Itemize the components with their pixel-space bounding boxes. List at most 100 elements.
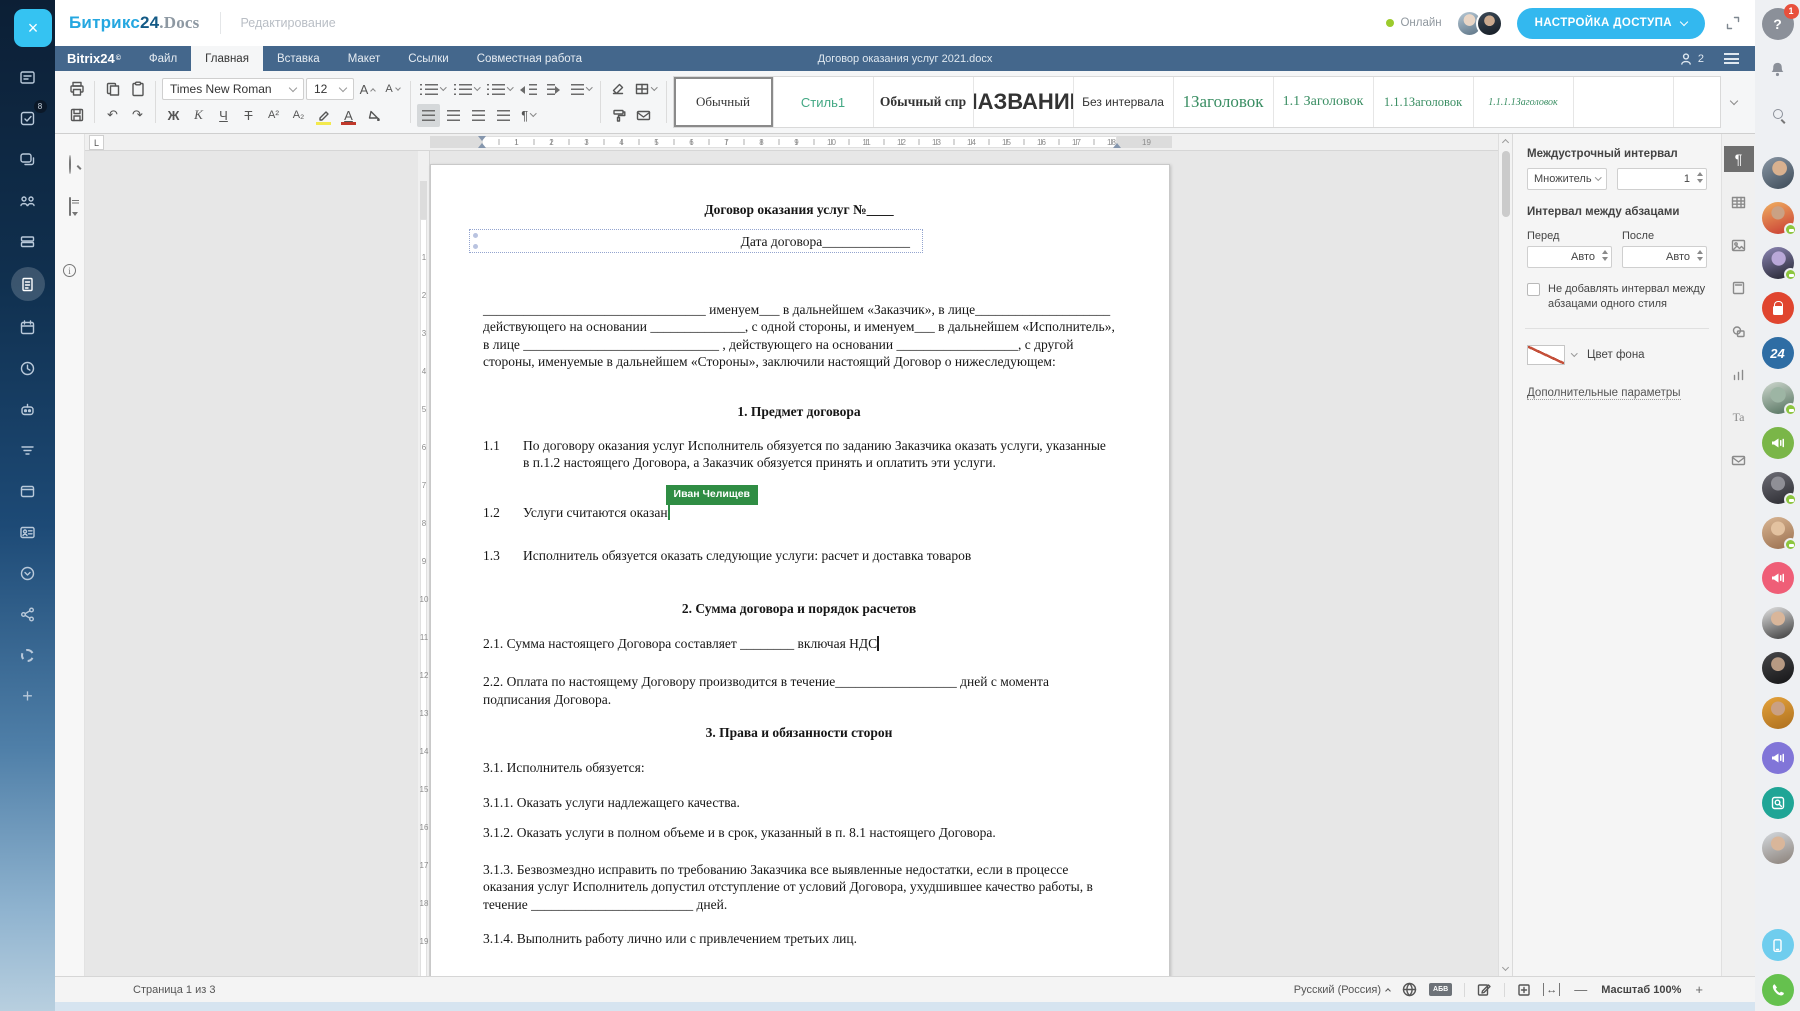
sidebar-item-contacts[interactable] — [13, 517, 43, 547]
clause-1-3[interactable]: 1.3 Исполнитель обязуется оказать следую… — [483, 547, 1115, 565]
menu-tab[interactable]: Ссылки — [394, 46, 463, 71]
undo-button[interactable]: ↶ — [101, 104, 124, 127]
menu-tab[interactable]: Совместная работа — [463, 46, 596, 71]
first-line-indent-marker[interactable] — [478, 136, 486, 141]
notifications-button[interactable] — [1762, 53, 1794, 85]
announcement-channel-icon[interactable] — [1762, 562, 1794, 594]
style-preset[interactable]: Обычный спр — [874, 77, 974, 127]
chart-settings-tab[interactable] — [1724, 361, 1754, 387]
document-canvas[interactable]: 12345678910111213141516171819 L 12345678… — [85, 134, 1512, 976]
decrease-font-button[interactable]: A — [381, 78, 404, 101]
document-search-channel-icon[interactable] — [1762, 787, 1794, 819]
clause-3-1-1[interactable]: 3.1.1. Оказать услуги надлежащего качест… — [483, 794, 1115, 812]
justify-button[interactable] — [492, 104, 515, 127]
sidebar-item-feed[interactable] — [13, 62, 43, 92]
avatar[interactable] — [1762, 202, 1794, 234]
sidebar-item-sales[interactable] — [13, 435, 43, 465]
multilevel-list-button[interactable] — [484, 78, 516, 101]
clause-2-1[interactable]: 2.1. Сумма настоящего Договора составляе… — [483, 635, 1115, 653]
mobile-app-button[interactable] — [1762, 929, 1794, 961]
bold-button[interactable]: Ж — [162, 104, 185, 127]
line-spacing-button[interactable] — [568, 78, 595, 101]
doc-intro-paragraph[interactable]: _________________________________ именуе… — [483, 301, 1115, 371]
sidebar-item-sites[interactable] — [13, 476, 43, 506]
decrease-indent-button[interactable] — [518, 78, 541, 101]
strikethrough-button[interactable]: Ŧ — [237, 104, 260, 127]
quick-print-button[interactable] — [65, 104, 88, 127]
clause-1-2[interactable]: 1.2 Услуги считаются оказанИван Челищев — [483, 504, 1115, 522]
comments-button[interactable] — [69, 198, 71, 216]
style-preset[interactable] — [1574, 77, 1674, 127]
announcement-channel-icon[interactable] — [1762, 742, 1794, 774]
shading-button[interactable] — [362, 104, 385, 127]
background-color-swatch[interactable] — [1527, 345, 1565, 365]
avatar[interactable] — [1762, 517, 1794, 549]
underline-button[interactable]: Ч — [212, 104, 235, 127]
collaborator-avatars[interactable] — [1456, 10, 1503, 37]
bullet-list-button[interactable] — [417, 78, 449, 101]
avatar[interactable] — [1762, 157, 1794, 189]
scroll-up-button[interactable] — [1499, 134, 1512, 148]
left-indent-marker[interactable] — [478, 143, 486, 148]
clear-style-button[interactable] — [607, 78, 630, 101]
doc-title[interactable]: Договор оказания услуг №____ — [483, 201, 1115, 219]
menu-tab[interactable]: Главная — [191, 46, 263, 71]
avatar[interactable] — [1762, 472, 1794, 504]
style-preset[interactable]: 1Заголовок — [1174, 77, 1274, 127]
advanced-settings-link[interactable]: Дополнительные параметры — [1527, 387, 1681, 400]
sidebar-item-documents[interactable] — [11, 267, 45, 301]
print-button[interactable] — [65, 78, 88, 101]
sidebar-item-chat[interactable] — [13, 144, 43, 174]
avatar[interactable] — [1762, 607, 1794, 639]
avatar[interactable] — [1762, 382, 1794, 414]
telephony-button[interactable] — [1762, 974, 1794, 1006]
spacing-before-spinner[interactable]: Авто — [1527, 246, 1612, 268]
paste-button[interactable] — [126, 78, 149, 101]
vertical-ruler[interactable]: 1234567891011121314151617181920 — [418, 151, 430, 976]
document-page[interactable]: Договор оказания услуг №____ Дата догово… — [430, 164, 1170, 976]
clause-3-1-3[interactable]: 3.1.3. Безвозмездно исправить по требова… — [483, 861, 1115, 914]
menu-tab[interactable]: Макет — [334, 46, 395, 71]
section3-heading[interactable]: 3. Права и обязанности сторон — [483, 724, 1115, 742]
track-changes-button[interactable] — [1477, 983, 1492, 997]
scroll-down-button[interactable] — [1499, 962, 1512, 976]
document-scrollbar[interactable] — [1498, 134, 1512, 976]
clause-3-1-4[interactable]: 3.1.4. Выполнить работу лично или с прив… — [483, 930, 1115, 948]
sidebar-item-time[interactable] — [13, 353, 43, 383]
sidebar-item-settings[interactable] — [13, 640, 43, 670]
right-indent-marker[interactable] — [1113, 143, 1121, 148]
announcement-channel-icon[interactable] — [1762, 427, 1794, 459]
no-interval-checkbox[interactable] — [1527, 283, 1540, 296]
hamburger-menu-icon[interactable] — [1724, 53, 1739, 64]
avatar[interactable] — [1762, 697, 1794, 729]
about-button[interactable]: i — [63, 264, 76, 277]
align-center-button[interactable] — [442, 104, 465, 127]
menu-tab[interactable]: Файл — [135, 46, 191, 71]
highlight-color-button[interactable] — [312, 104, 335, 127]
search-sidebar-button[interactable] — [1762, 98, 1794, 130]
clause-2-2[interactable]: 2.2. Оплата по настоящему Договору произ… — [483, 673, 1115, 708]
styles-gallery-expand-button[interactable] — [1721, 101, 1747, 104]
spin-down-icon[interactable] — [1697, 179, 1703, 183]
increase-indent-button[interactable] — [543, 78, 566, 101]
section1-heading[interactable]: 1. Предмет договора — [483, 403, 1115, 421]
table-settings-tab[interactable] — [1724, 189, 1754, 215]
spellcheck-button[interactable]: АБВ — [1429, 983, 1452, 996]
zoom-out-button[interactable]: — — [1572, 982, 1589, 997]
language-selector[interactable]: Русский (Россия) — [1294, 984, 1390, 996]
header-footer-settings-tab[interactable] — [1724, 275, 1754, 301]
superscript-button[interactable]: A² — [262, 104, 285, 127]
help-button[interactable]: ?1 — [1762, 8, 1794, 40]
bitrix24-channel-icon[interactable]: 24 — [1762, 337, 1794, 369]
zoom-in-button[interactable]: + — [1693, 982, 1705, 997]
horizontal-ruler[interactable]: 12345678910111213141516171819 — [85, 134, 1512, 151]
spin-up-icon[interactable] — [1697, 172, 1703, 176]
sidebar-item-crm[interactable] — [13, 394, 43, 424]
sidebar-item-calendar[interactable] — [13, 312, 43, 342]
copy-style-button[interactable] — [607, 104, 630, 127]
avatar[interactable] — [1476, 10, 1503, 37]
sidebar-item-tasks[interactable]: 8 — [13, 103, 43, 133]
sidebar-item-more[interactable] — [13, 558, 43, 588]
font-size-select[interactable]: 12 — [306, 78, 354, 100]
document-language-button[interactable] — [1402, 982, 1417, 997]
